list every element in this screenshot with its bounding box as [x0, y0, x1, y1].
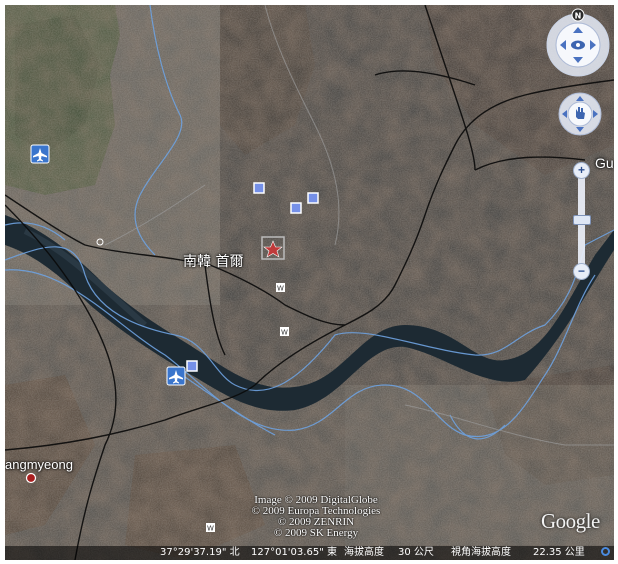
photo-icon[interactable] — [290, 202, 302, 214]
photo-icon[interactable] — [307, 192, 319, 204]
eye-altitude-label: 視角海拔高度 — [451, 547, 511, 558]
status-bar: 37°29'37.19" 北 127°01'03.65" 東 海拔高度 30 公… — [5, 546, 614, 560]
map-viewport[interactable]: W W W N + − 南韓 首爾 angmyeong Gu Image © 2… — [5, 5, 614, 560]
google-logo: Google — [541, 509, 600, 533]
satellite-map[interactable]: W W W N — [5, 5, 614, 560]
svg-text:W: W — [207, 525, 214, 533]
imagery-copyright: Image © 2009 DigitalGlobe © 2009 Europa … — [241, 495, 391, 539]
city-label-gwangmyeong[interactable]: angmyeong — [5, 457, 73, 472]
airport-icon[interactable] — [166, 366, 186, 386]
copyright-line: © 2009 SK Energy — [273, 527, 359, 539]
zoom-out-button[interactable]: − — [573, 263, 590, 280]
svg-text:W: W — [277, 285, 284, 293]
eye-altitude-value: 22.35 公里 — [533, 547, 585, 558]
photo-icon[interactable] — [253, 182, 265, 194]
road-marker-icon: W — [276, 283, 285, 293]
road-marker-icon: W — [206, 523, 215, 533]
city-label-right-edge[interactable]: Gu — [595, 155, 614, 171]
streaming-indicator-icon — [601, 547, 610, 556]
zoom-slider-handle[interactable] — [573, 215, 591, 225]
airport-icon[interactable] — [30, 144, 50, 164]
latitude-readout: 37°29'37.19" 北 — [160, 547, 240, 558]
move-joystick-icon[interactable] — [558, 92, 602, 136]
zoom-in-button[interactable]: + — [573, 162, 590, 179]
svg-text:N: N — [575, 12, 582, 21]
city-label-seoul[interactable]: 南韓 首爾 — [183, 251, 243, 271]
place-marker-icon[interactable] — [25, 472, 37, 484]
road-marker-icon: W — [280, 327, 289, 337]
photo-icon[interactable] — [186, 360, 198, 372]
elevation-value: 30 公尺 — [398, 547, 434, 558]
elevation-label: 海拔高度 — [344, 547, 384, 558]
look-joystick-icon[interactable] — [546, 13, 610, 77]
longitude-readout: 127°01'03.65" 東 — [251, 547, 337, 558]
svg-text:W: W — [281, 329, 288, 337]
compass-icon[interactable]: N — [571, 8, 585, 22]
